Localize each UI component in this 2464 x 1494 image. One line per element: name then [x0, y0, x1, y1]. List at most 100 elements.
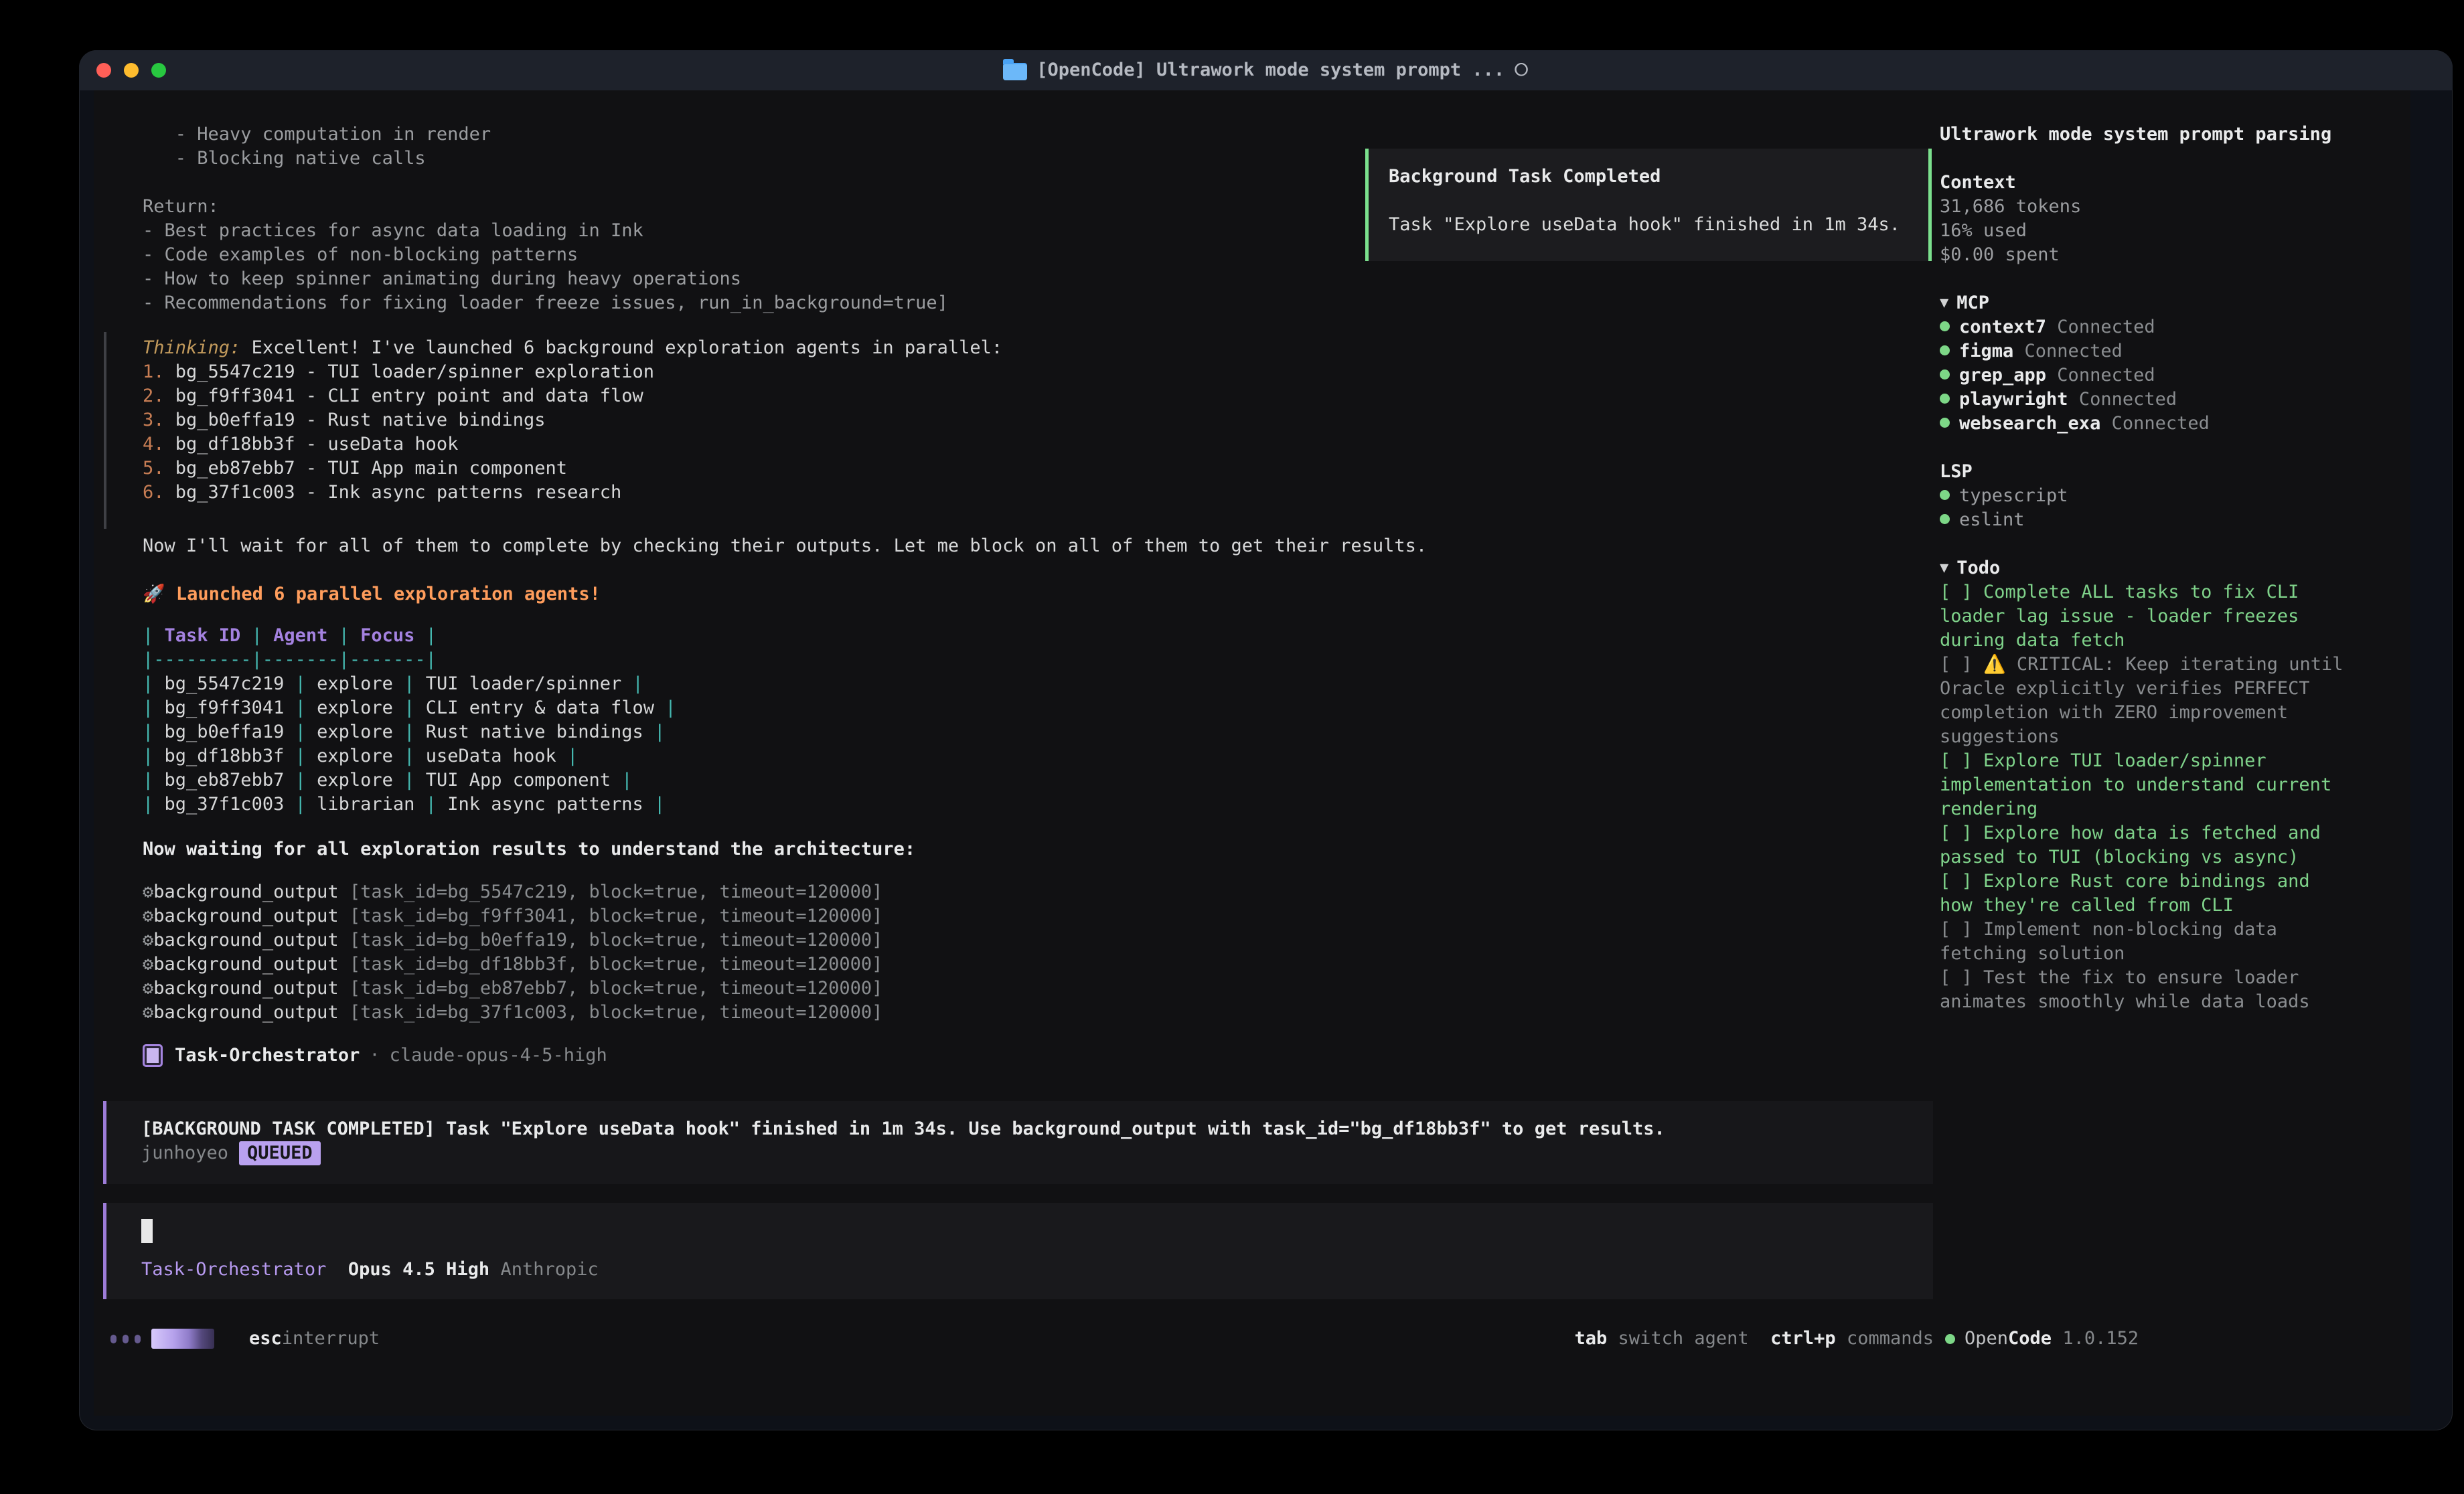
- cell-task-id: bg_eb87ebb7: [153, 770, 295, 791]
- agent-name: Task-Orchestrator: [175, 1044, 360, 1068]
- gear-icon: ⚙: [143, 1002, 153, 1023]
- pipe: |: [252, 625, 262, 646]
- app-version: 1.0.152: [2052, 1327, 2139, 1351]
- cell-task-id: bg_37f1c003: [153, 794, 295, 815]
- mcp-item: websearch_exa Connected: [1940, 412, 2382, 436]
- todo-header-label: Todo: [1956, 558, 2000, 578]
- thinking-label: Thinking:: [143, 337, 240, 358]
- table-row: | bg_b0effa19 | explore | Rust native bi…: [143, 720, 1977, 744]
- task-completed-meta: junhoyeoQUEUED: [141, 1141, 1933, 1165]
- model-name: claude-opus-4-5-high: [390, 1044, 607, 1068]
- lsp-item: eslint: [1940, 508, 2382, 532]
- pipe: |: [295, 746, 306, 766]
- sidebar: Ultrawork mode system prompt parsing Con…: [1940, 122, 2382, 1014]
- status-dot-icon: [1940, 394, 1950, 404]
- lsp-name: eslint: [1959, 509, 2025, 530]
- mcp-item: grep_app Connected: [1940, 363, 2382, 388]
- window-title-group: [OpenCode] Ultrawork mode system prompt …: [79, 50, 2453, 90]
- pipe: |: [143, 794, 153, 815]
- conversation-pane: - Heavy computation in render - Blocking…: [143, 122, 1977, 1299]
- cell-agent: explore: [306, 722, 404, 742]
- tab-key-label: switch agent: [1607, 1327, 1748, 1351]
- mcp-item: playwright Connected: [1940, 388, 2382, 412]
- item-number: 3.: [143, 410, 165, 430]
- todo-item: [ ] Complete ALL tasks to fix CLI loader…: [1940, 580, 2351, 653]
- text-cursor: [141, 1219, 153, 1243]
- pipe: |: [339, 625, 350, 646]
- output-line: - Heavy computation in render: [143, 122, 1977, 147]
- pipe: |: [295, 673, 306, 694]
- table-row: | bg_df18bb3f | explore | useData hook |: [143, 744, 1977, 768]
- cell-agent: explore: [306, 770, 404, 791]
- gear-icon: ⚙: [143, 954, 153, 975]
- pipe: |: [295, 697, 306, 718]
- cell-task-id: bg_b0effa19: [153, 722, 295, 742]
- tool-call-list: ⚙background_output [task_id=bg_5547c219,…: [143, 880, 1977, 1025]
- pipe: |: [426, 625, 437, 646]
- todo-item: [ ] Explore TUI loader/spinner implement…: [1940, 749, 2351, 821]
- toast-title: Background Task Completed: [1389, 165, 1928, 189]
- thinking-text: Excellent! I've launched 6 background ex…: [240, 337, 1002, 358]
- item-text: bg_5547c219 - TUI loader/spinner explora…: [165, 361, 655, 382]
- context-used: 16% used: [1940, 219, 2382, 243]
- tool-args: [task_id=bg_eb87ebb7, block=true, timeou…: [339, 978, 883, 999]
- mcp-status: Connected: [2068, 389, 2177, 410]
- context-tokens: 31,686 tokens: [1940, 195, 2382, 219]
- input-line[interactable]: [141, 1219, 1933, 1243]
- table-row: | bg_eb87ebb7 | explore | TUI App compon…: [143, 768, 1977, 793]
- cell-focus: useData hook: [414, 746, 567, 766]
- status-left: esc interrupt: [110, 1325, 380, 1352]
- mcp-section-header[interactable]: ▼MCP: [1940, 291, 2382, 315]
- cell-focus: Rust native bindings: [414, 722, 654, 742]
- pipe: |: [665, 697, 676, 718]
- prompt-input[interactable]: Task-Orchestrator Opus 4.5 High Anthropi…: [103, 1203, 1933, 1299]
- status-right: tab switch agent ctrl+p commands: [1575, 1325, 1934, 1352]
- todo-item: [ ] Explore Rust core bindings and how t…: [1940, 869, 2351, 918]
- todo-item: [ ] Explore how data is fetched and pass…: [1940, 821, 2351, 869]
- cell-task-id: bg_5547c219: [153, 673, 295, 694]
- ctrlp-key-label: commands: [1836, 1327, 1934, 1351]
- mcp-status: Connected: [2046, 317, 2155, 337]
- pipe: |: [295, 794, 306, 815]
- thinking-item: 4. bg_df18bb3f - useData hook: [143, 432, 1977, 456]
- input-meta-row: Task-Orchestrator Opus 4.5 High Anthropi…: [141, 1258, 1933, 1282]
- thinking-item: 5. bg_eb87ebb7 - TUI App main component: [143, 456, 1977, 481]
- table-header-row: | Task ID | Agent | Focus |: [143, 624, 1977, 648]
- cell-agent: librarian: [306, 794, 426, 815]
- background-task-toast[interactable]: Background Task Completed Task "Explore …: [1365, 149, 1932, 261]
- launched-text: Launched 6 parallel exploration agents!: [165, 584, 601, 604]
- tool-call-line: ⚙background_output [task_id=bg_37f1c003,…: [143, 1001, 1977, 1025]
- toast-body: Task "Explore useData hook" finished in …: [1389, 213, 1928, 237]
- mcp-header-label: MCP: [1956, 293, 1989, 313]
- cell-task-id: bg_f9ff3041: [153, 697, 295, 718]
- tool-name: background_output: [153, 954, 338, 975]
- titlebar: [OpenCode] Ultrawork mode system prompt …: [79, 50, 2453, 90]
- pipe: |: [567, 746, 578, 766]
- mcp-name: playwright: [1959, 389, 2068, 410]
- assistant-text: Now I'll wait for all of them to complet…: [143, 534, 1977, 558]
- tool-args: [task_id=bg_f9ff3041, block=true, timeou…: [339, 906, 883, 926]
- tool-call-line: ⚙background_output [task_id=bg_b0effa19,…: [143, 928, 1977, 952]
- item-text: bg_b0effa19 - Rust native bindings: [165, 410, 546, 430]
- tool-args: [task_id=bg_5547c219, block=true, timeou…: [339, 882, 883, 902]
- tool-name: background_output: [153, 930, 338, 950]
- pipe: |: [404, 770, 414, 791]
- tool-args: [task_id=bg_df18bb3f, block=true, timeou…: [339, 954, 883, 975]
- mcp-name: context7: [1959, 317, 2046, 337]
- rocket-icon: 🚀: [143, 584, 165, 604]
- todo-section-header[interactable]: ▼Todo: [1940, 556, 2382, 580]
- tab-key-hint: tab: [1575, 1327, 1608, 1351]
- task-completed-message: [BACKGROUND TASK COMPLETED] Task "Explor…: [141, 1117, 1933, 1141]
- spinner-gradient-icon: [151, 1329, 214, 1349]
- launched-line: 🚀 Launched 6 parallel exploration agents…: [143, 582, 1977, 606]
- cell-focus: TUI App component: [414, 770, 621, 791]
- app-name-code: Code: [2008, 1327, 2052, 1351]
- status-dot-icon: [1940, 321, 1950, 331]
- status-dot-icon: [1940, 490, 1950, 500]
- table-separator-row: |---------|-------|-------|: [143, 648, 1977, 672]
- pipe: |: [404, 746, 414, 766]
- lsp-item: typescript: [1940, 484, 2382, 508]
- terminal-surface: - Heavy computation in render - Blocking…: [94, 90, 2410, 1416]
- thinking-item: 1. bg_5547c219 - TUI loader/spinner expl…: [143, 360, 1977, 384]
- spacer: [1940, 532, 2382, 556]
